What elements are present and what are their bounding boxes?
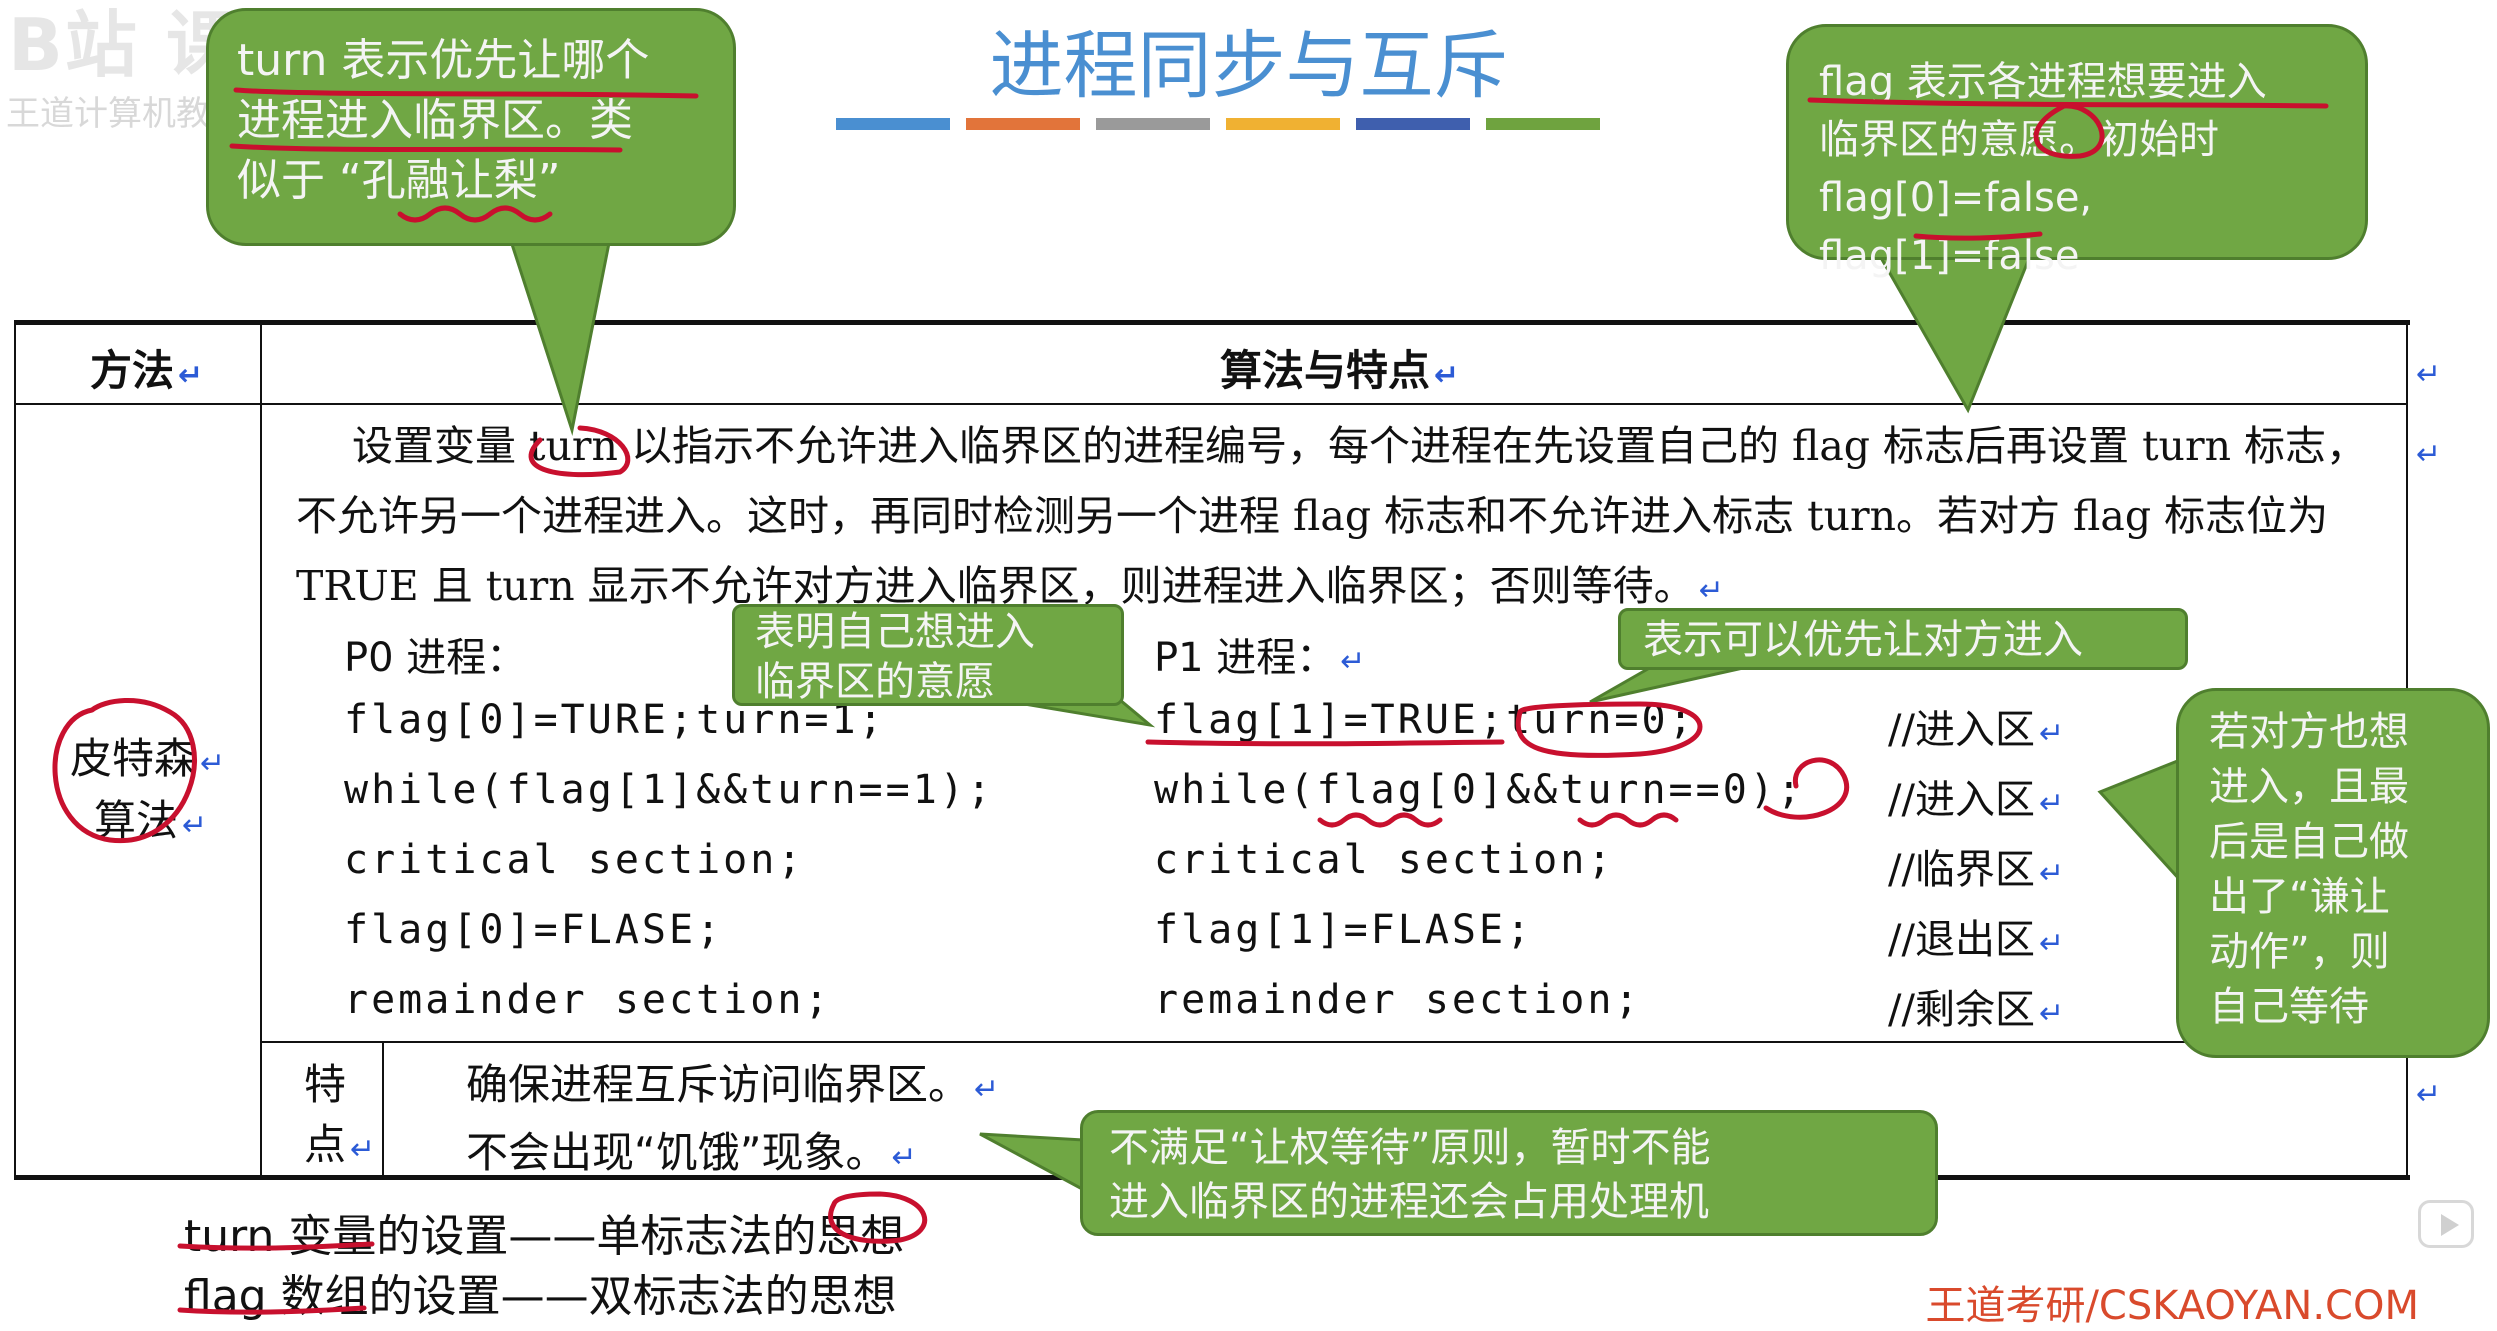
annotation-circle-turn bbox=[528, 425, 631, 478]
handwritten-annotations bbox=[52, 87, 2329, 1315]
annotation-circle-method bbox=[52, 698, 197, 844]
annotation-underline-flag-bottom bbox=[177, 1305, 367, 1315]
annotation-underline-turn-bottom bbox=[177, 1241, 375, 1251]
annotation-loop-arrow bbox=[1763, 757, 1849, 820]
annotation-circle-turn0 bbox=[1515, 701, 1703, 758]
annotation-wavy-turn bbox=[1577, 812, 1679, 828]
annotation-wavy-flag0 bbox=[1317, 812, 1443, 828]
annotation-circle-sixiang bbox=[828, 1191, 928, 1244]
annotation-underline-turn-callout bbox=[233, 87, 699, 99]
annotation-circle-yiyuan bbox=[2033, 103, 2105, 159]
annotation-flag1-underline bbox=[1145, 739, 1505, 747]
annotation-underline-false bbox=[1913, 231, 2043, 241]
annotation-wavy-kongrong bbox=[397, 205, 553, 223]
annotation-underline-turn-callout2 bbox=[229, 143, 623, 153]
